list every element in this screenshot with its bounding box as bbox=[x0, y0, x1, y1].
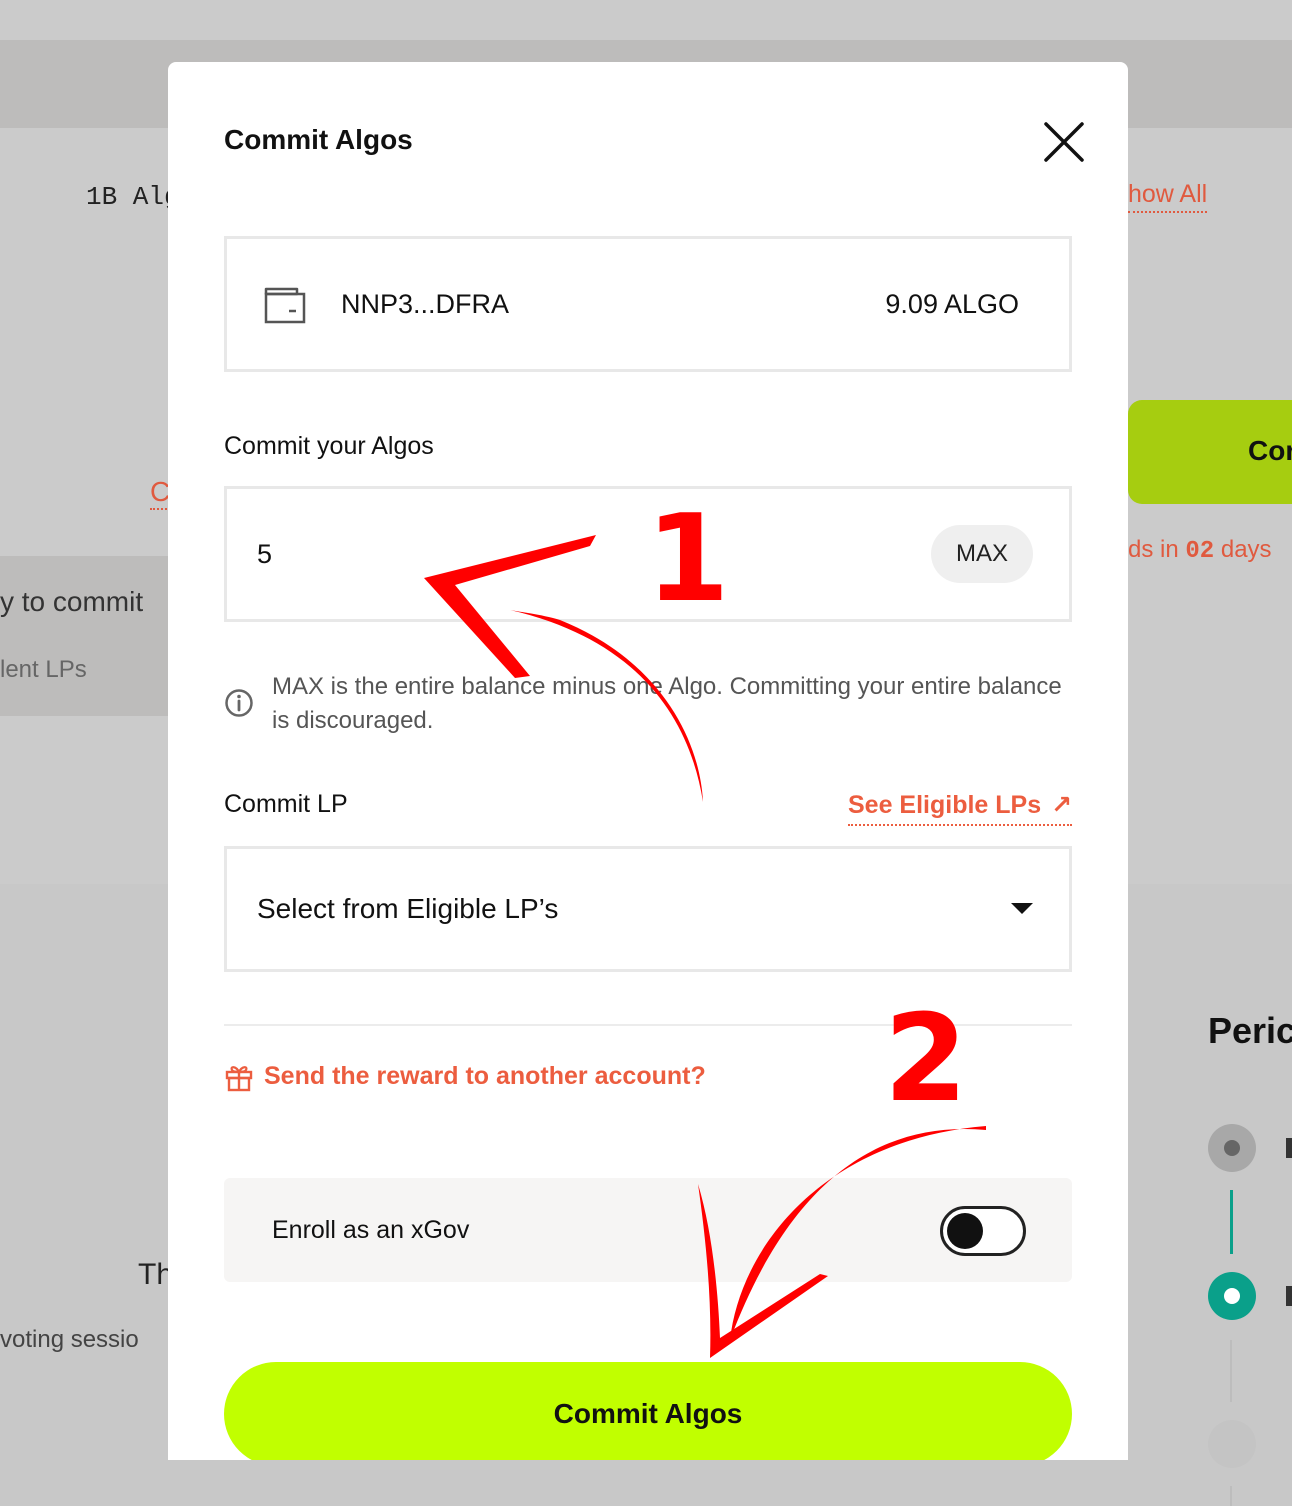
commit-lp-label: Commit LP bbox=[224, 790, 348, 818]
timeline-step-completed bbox=[1208, 1124, 1256, 1172]
background-algos-total: 1B Alg bbox=[86, 182, 180, 212]
commit-algos-button[interactable]: Commit Algos bbox=[224, 1362, 1072, 1460]
info-icon bbox=[224, 688, 254, 718]
timeline-label-fragment bbox=[1286, 1286, 1292, 1306]
background-period-heading: Peric bbox=[1208, 1010, 1292, 1051]
background-ends-in: ds in 02 days bbox=[1128, 536, 1272, 565]
commit-amount-value[interactable]: 5 bbox=[257, 539, 272, 570]
ends-suffix: days bbox=[1214, 536, 1272, 563]
annotation-marker-1: 1 bbox=[646, 490, 730, 629]
annotation-marker-2: 2 bbox=[884, 990, 968, 1129]
account-selector[interactable]: NNP3...DFRA 9.09 ALGO bbox=[224, 236, 1072, 372]
timeline-connector bbox=[1230, 1340, 1232, 1402]
commit-amount-label: Commit your Algos bbox=[224, 432, 434, 460]
max-info-text: MAX is the entire balance minus one Algo… bbox=[272, 673, 1062, 734]
xgov-enroll-label: Enroll as an xGov bbox=[272, 1216, 470, 1244]
timeline-step-upcoming bbox=[1208, 1420, 1256, 1468]
close-icon[interactable] bbox=[1042, 120, 1086, 164]
toggle-knob bbox=[947, 1213, 983, 1249]
xgov-toggle[interactable] bbox=[940, 1206, 1026, 1256]
lp-select-value: Select from Eligible LP’s bbox=[257, 893, 559, 924]
timeline-label-fragment bbox=[1286, 1138, 1292, 1158]
background-commit-button-label: Cor bbox=[1248, 435, 1292, 466]
account-address: NNP3...DFRA bbox=[341, 289, 510, 319]
see-eligible-lps-label: See Eligible LPs bbox=[848, 791, 1042, 819]
timeline-connector bbox=[1230, 1190, 1233, 1254]
background-lps-text: lent LPs bbox=[0, 656, 87, 683]
background-voting-text: voting sessio bbox=[0, 1326, 139, 1353]
background-commit-button[interactable]: Cor bbox=[1128, 400, 1292, 504]
external-link-icon: ↗ bbox=[1051, 791, 1073, 819]
commit-algos-modal: Commit Algos NNP3...DFRA 9.09 ALGO Commi… bbox=[168, 62, 1128, 1460]
timeline-connector bbox=[1230, 1486, 1232, 1506]
see-eligible-lps-link[interactable]: See Eligible LPs ↗ bbox=[848, 790, 1073, 826]
xgov-enroll-row: Enroll as an xGov bbox=[224, 1178, 1072, 1282]
ends-prefix: ds in bbox=[1128, 536, 1186, 563]
gift-icon bbox=[224, 1062, 254, 1092]
timeline-step-active bbox=[1208, 1272, 1256, 1320]
wallet-icon bbox=[263, 285, 307, 325]
lp-select-dropdown[interactable]: Select from Eligible LP’s bbox=[224, 846, 1072, 972]
max-button[interactable]: MAX bbox=[931, 525, 1033, 583]
send-reward-link[interactable]: Send the reward to another account? bbox=[264, 1062, 706, 1091]
chevron-down-icon bbox=[1011, 903, 1033, 914]
background-commit-text: y to commit bbox=[0, 586, 144, 617]
background-show-all-link[interactable]: how All bbox=[1128, 180, 1208, 213]
ends-days: 02 bbox=[1185, 538, 1215, 565]
background-card bbox=[0, 556, 180, 716]
account-balance: 9.09 ALGO bbox=[885, 289, 1019, 319]
modal-title: Commit Algos bbox=[224, 124, 413, 155]
